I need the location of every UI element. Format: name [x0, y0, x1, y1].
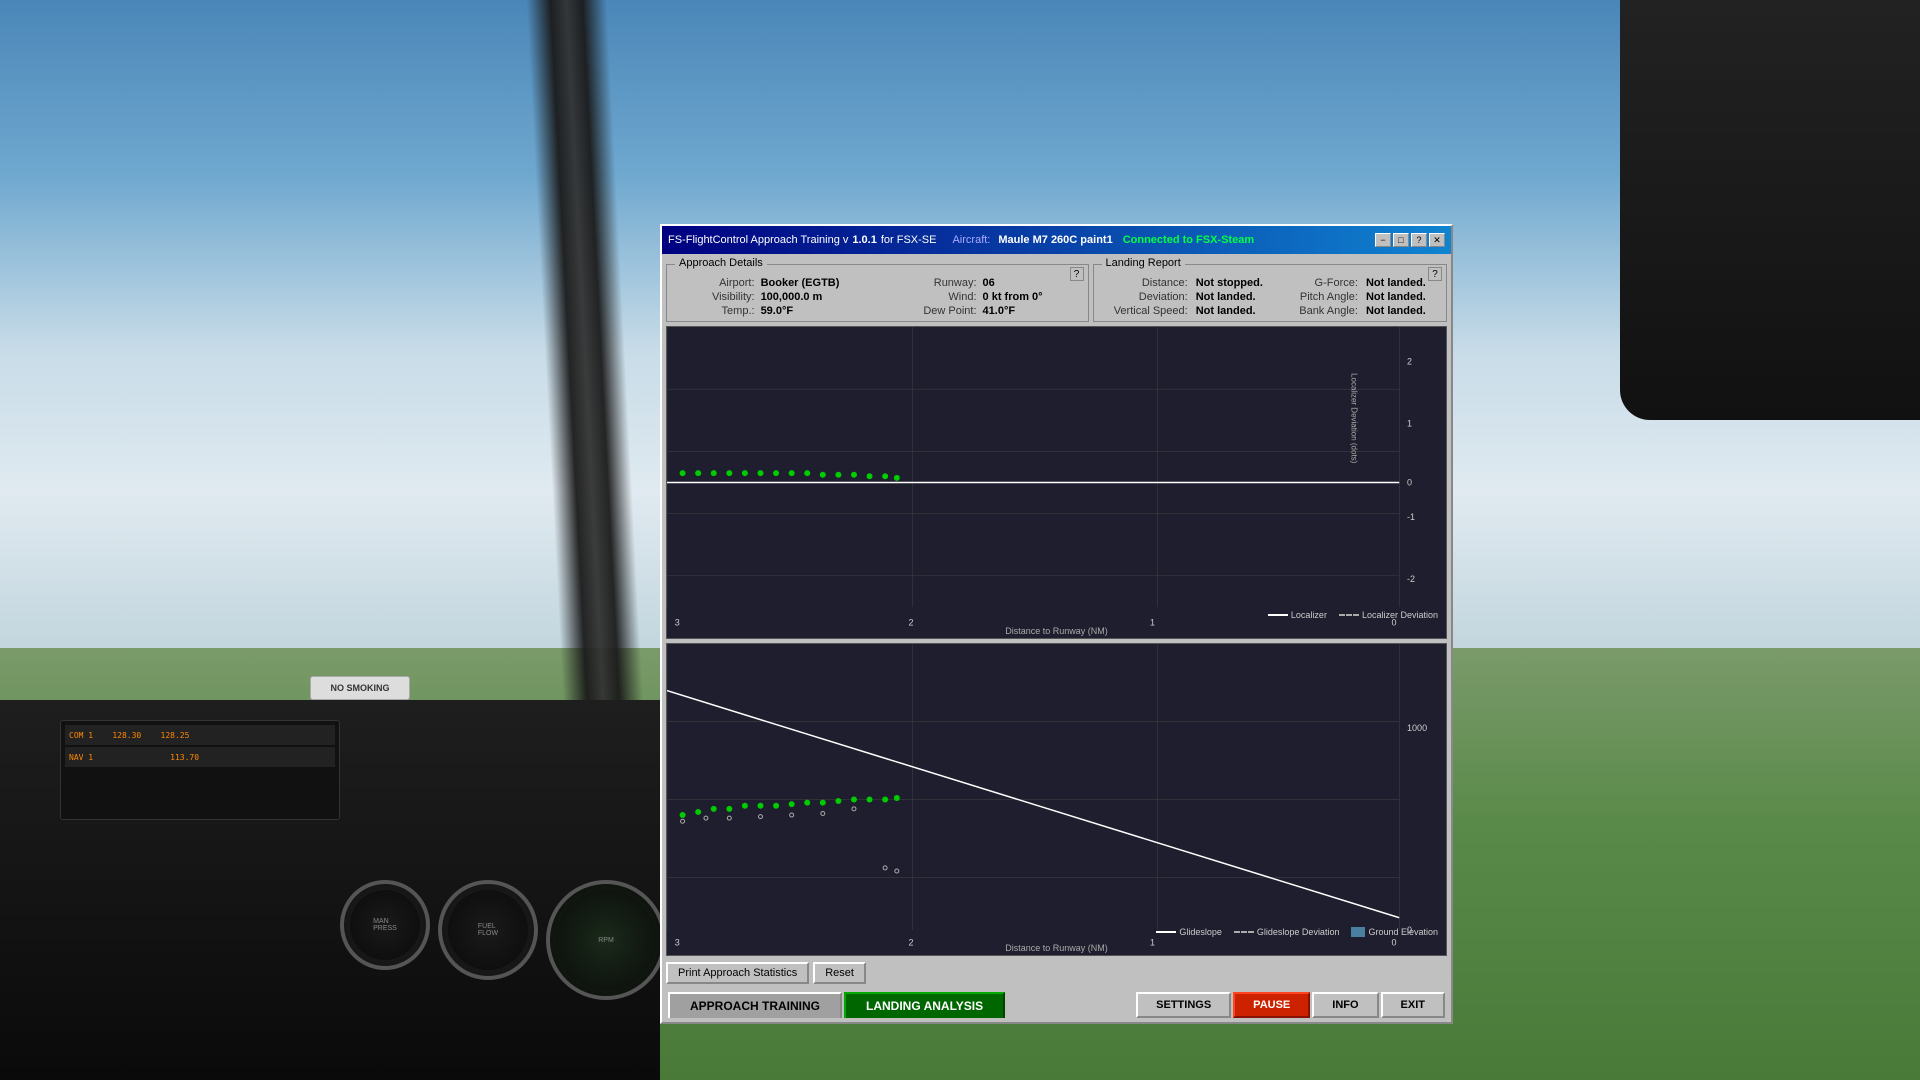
pitch-value: Not landed.: [1366, 291, 1440, 303]
dew-point-value: 41.0°F: [983, 305, 1082, 317]
nav-tabs-bar: APPROACH TRAINING LANDING ANALYSIS SETTI…: [666, 990, 1447, 1018]
deviation-label: Deviation:: [1100, 291, 1188, 303]
glideslope-dev-label: Glideslope Deviation: [1257, 927, 1340, 937]
distance-value: Not stopped.: [1196, 277, 1277, 289]
aircraft-name: Maule M7 260C paint1: [998, 234, 1112, 246]
svg-text:0: 0: [1407, 478, 1412, 488]
glideslope-chart: 1000 0 3 2 1 0 Distance to Runway (NM): [666, 643, 1447, 956]
svg-text:2: 2: [1407, 356, 1412, 366]
vspeed-label: Vertical Speed:: [1100, 305, 1188, 317]
svg-text:3: 3: [675, 618, 680, 628]
svg-text:-1: -1: [1407, 512, 1415, 522]
airport-label: Airport:: [673, 277, 755, 289]
gforce-label: G-Force:: [1285, 277, 1358, 289]
svg-text:2: 2: [908, 618, 913, 628]
svg-text:1: 1: [1150, 618, 1155, 628]
approach-training-tab[interactable]: APPROACH TRAINING: [668, 992, 842, 1018]
approach-details-panel: Approach Details ? Airport: Booker (EGTB…: [666, 264, 1089, 322]
help-title-button[interactable]: ?: [1411, 233, 1427, 247]
info-panels-row: Approach Details ? Airport: Booker (EGTB…: [666, 264, 1447, 322]
temp-value: 59.0°F: [761, 305, 879, 317]
approach-details-help-button[interactable]: ?: [1070, 267, 1084, 281]
runway-label: Runway:: [884, 277, 976, 289]
localizer-label: Localizer: [1291, 610, 1327, 620]
svg-text:Localizer Deviation (dots): Localizer Deviation (dots): [1350, 373, 1359, 464]
ground-elevation-label: Ground Elevation: [1368, 927, 1438, 937]
info-button[interactable]: INFO: [1312, 992, 1378, 1018]
bank-label: Bank Angle:: [1285, 305, 1358, 317]
localizer-dev-label: Localizer Deviation: [1362, 610, 1438, 620]
landing-report-panel: Landing Report ? Distance: Not stopped. …: [1093, 264, 1447, 322]
pitch-label: Pitch Angle:: [1285, 291, 1358, 303]
connected-status: Connected to FSX-Steam: [1123, 234, 1254, 246]
runway-value: 06: [983, 277, 1082, 289]
glideslope-line-icon: [1156, 931, 1176, 933]
localizer-x-title: Distance to Runway (NM): [1005, 626, 1108, 636]
localizer-legend-line: Localizer: [1268, 610, 1327, 620]
localizer-chart-wrapper: 2 1 0 -1 -2 3 2 1 0 Localizer Deviation …: [666, 326, 1447, 639]
close-button[interactable]: ✕: [1429, 233, 1445, 247]
airport-value: Booker (EGTB): [761, 277, 879, 289]
glideslope-x-title: Distance to Runway (NM): [1005, 943, 1108, 953]
landing-report-help-button[interactable]: ?: [1428, 267, 1442, 281]
print-stats-button[interactable]: Print Approach Statistics: [666, 962, 809, 984]
minimize-button[interactable]: −: [1375, 233, 1391, 247]
pause-button[interactable]: PAUSE: [1233, 992, 1310, 1018]
app-suffix: for FSX-SE: [881, 234, 937, 246]
distance-label: Distance:: [1100, 277, 1188, 289]
reset-button[interactable]: Reset: [813, 962, 866, 984]
vspeed-value: Not landed.: [1196, 305, 1277, 317]
svg-text:1: 1: [1407, 419, 1412, 429]
svg-text:3: 3: [675, 938, 680, 948]
app-window: FS-FlightControl Approach Training v 1.0.…: [660, 224, 1453, 1024]
svg-text:1000: 1000: [1407, 723, 1427, 733]
svg-text:1: 1: [1150, 938, 1155, 948]
glideslope-chart-wrapper: 1000 0 3 2 1 0 Distance to Runway (NM): [666, 643, 1447, 956]
landing-report-title: Landing Report: [1102, 257, 1185, 269]
charts-area: 2 1 0 -1 -2 3 2 1 0 Localizer Deviation …: [666, 326, 1447, 956]
ground-elevation-icon: [1351, 927, 1365, 937]
aircraft-label: Aircraft:: [952, 234, 990, 246]
app-version: 1.0.1: [852, 234, 876, 246]
tab-spacer: [1007, 992, 1134, 1018]
title-bar-controls: − □ ? ✕: [1375, 233, 1445, 247]
glideslope-label: Glideslope: [1179, 927, 1222, 937]
landing-analysis-tab[interactable]: LANDING ANALYSIS: [844, 992, 1005, 1018]
visibility-value: 100,000.0 m: [761, 291, 879, 303]
restore-button[interactable]: □: [1393, 233, 1409, 247]
window-content: Approach Details ? Airport: Booker (EGTB…: [662, 254, 1451, 1022]
visibility-label: Visibility:: [673, 291, 755, 303]
temp-label: Temp.:: [673, 305, 755, 317]
title-bar: FS-FlightControl Approach Training v 1.0.…: [662, 226, 1451, 254]
glideslope-chart-svg: 1000 0 3 2 1 0: [667, 644, 1446, 955]
svg-text:0: 0: [1391, 938, 1396, 948]
localizer-legend: Localizer Localizer Deviation: [1268, 610, 1438, 620]
wind-label: Wind:: [884, 291, 976, 303]
localizer-dev-legend-line: Localizer Deviation: [1339, 610, 1438, 620]
svg-text:-2: -2: [1407, 574, 1415, 584]
glideslope-legend: Glideslope Glideslope Deviation Ground E…: [1156, 927, 1438, 937]
exit-button[interactable]: EXIT: [1381, 992, 1445, 1018]
dew-point-label: Dew Point:: [884, 305, 976, 317]
ground-elevation-legend-item: Ground Elevation: [1351, 927, 1438, 937]
title-bar-text: FS-FlightControl Approach Training v 1.0.…: [668, 234, 1371, 246]
glideslope-dev-line-icon: [1234, 931, 1254, 933]
localizer-line-icon: [1268, 614, 1288, 616]
settings-button[interactable]: SETTINGS: [1136, 992, 1231, 1018]
svg-text:2: 2: [908, 938, 913, 948]
app-prefix: FS-FlightControl Approach Training v: [668, 234, 848, 246]
bottom-controls-bar: Print Approach Statistics Reset: [666, 960, 1447, 986]
glideslope-dev-legend-item: Glideslope Deviation: [1234, 927, 1340, 937]
approach-details-title: Approach Details: [675, 257, 767, 269]
glideslope-legend-item: Glideslope: [1156, 927, 1222, 937]
deviation-value: Not landed.: [1196, 291, 1277, 303]
localizer-chart: 2 1 0 -1 -2 3 2 1 0 Localizer Deviation …: [666, 326, 1447, 639]
wind-value: 0 kt from 0°: [983, 291, 1082, 303]
localizer-dev-line-icon: [1339, 614, 1359, 616]
bank-value: Not landed.: [1366, 305, 1440, 317]
localizer-chart-svg: 2 1 0 -1 -2 3 2 1 0 Localizer Deviation …: [667, 327, 1446, 638]
